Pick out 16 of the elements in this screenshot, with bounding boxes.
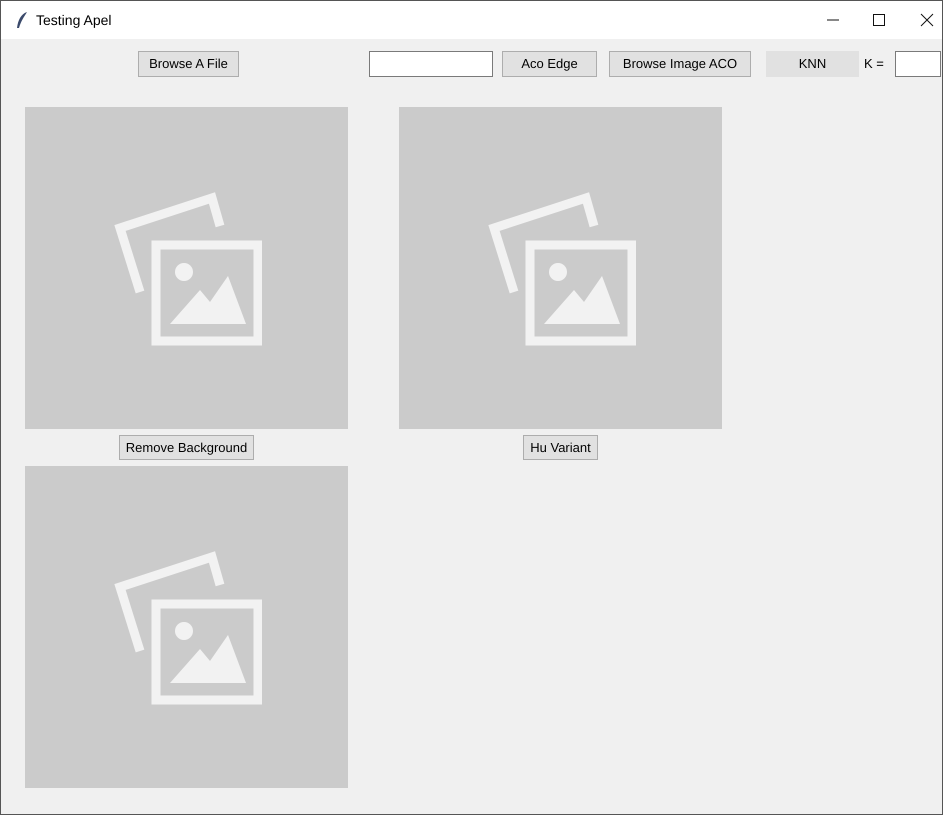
close-icon[interactable] [920, 13, 934, 27]
toolbar-button[interactable]: Browse Image ACO [609, 51, 751, 77]
action-button[interactable]: Hu Variant [523, 435, 598, 460]
feather-icon [16, 11, 28, 29]
toolbar-button[interactable]: Aco Edge [502, 51, 597, 77]
input-field[interactable] [895, 51, 941, 77]
input-field[interactable] [369, 51, 493, 77]
toolbar-button[interactable]: Browse A File [138, 51, 239, 77]
image-icon [112, 190, 262, 346]
image-icon [486, 190, 636, 346]
image-icon [112, 549, 262, 705]
window-title: Testing Apel [36, 10, 112, 30]
maximize-icon[interactable] [872, 13, 886, 27]
action-button[interactable]: Remove Background [118, 435, 254, 460]
toolbar-button[interactable]: KNN [766, 51, 859, 77]
field-label: K = [864, 55, 885, 74]
